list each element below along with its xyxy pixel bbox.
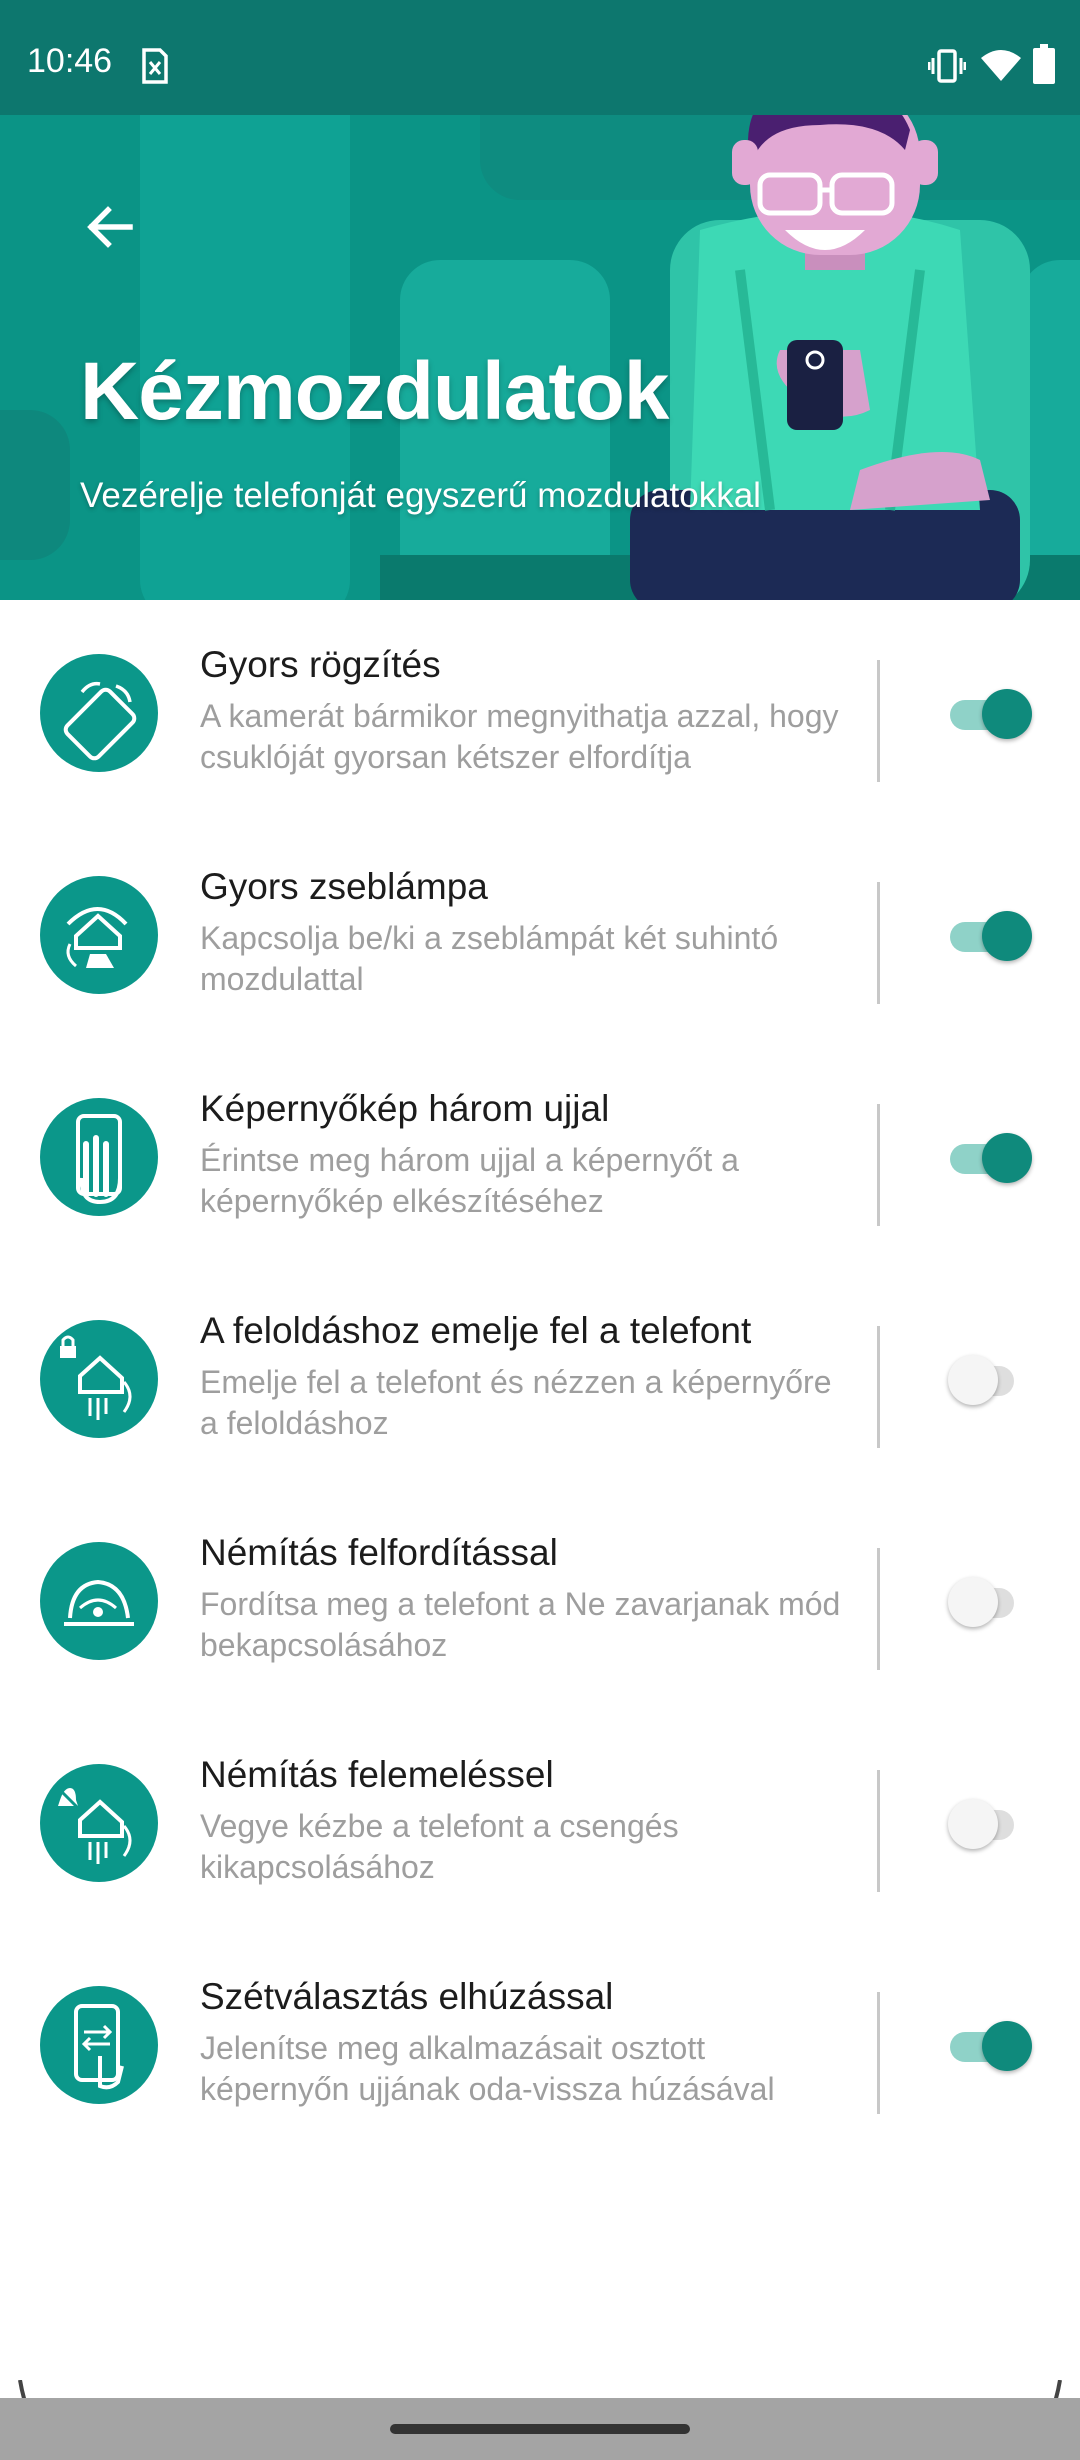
gesture-toggle-lift-to-unlock[interactable]: [948, 1352, 1032, 1408]
status-time: 10:46: [27, 42, 113, 80]
page-subtitle: Vezérelje telefonját egyszerű mozdulatok…: [80, 476, 761, 515]
gesture-title: Gyors zseblámpa: [200, 866, 488, 907]
gesture-toggle-flip-to-silence[interactable]: [948, 1574, 1032, 1630]
divider: [877, 1104, 880, 1226]
battery-icon: [1033, 44, 1055, 84]
gesture-description: Emelje fel a telefont és nézzen a képern…: [200, 1364, 832, 1441]
lift-to-unlock-icon: [40, 1320, 158, 1438]
gesture-row-swipe-to-split[interactable]: Szétválasztás elhúzással Jelenítse meg a…: [0, 1932, 1080, 2132]
divider: [877, 660, 880, 782]
gesture-row-lift-to-silence[interactable]: Némítás felemeléssel Vegye kézbe a telef…: [0, 1710, 1080, 1910]
home-gesture-handle[interactable]: [390, 2424, 690, 2434]
divider: [877, 882, 880, 1004]
swipe-to-split-icon: [40, 1986, 158, 2104]
gesture-toggle-flashlight[interactable]: [948, 908, 1032, 964]
status-bar: 10:46: [0, 0, 1080, 115]
gesture-row-flashlight[interactable]: Gyors zseblámpa Kapcsolja be/ki a zseblá…: [0, 822, 1080, 1022]
gesture-description: Vegye kézbe a telefont a csengés kikapcs…: [200, 1808, 679, 1885]
gesture-title: Némítás felemeléssel: [200, 1754, 554, 1795]
divider: [877, 1326, 880, 1448]
divider: [877, 1992, 880, 2114]
gesture-toggle-quick-capture[interactable]: [948, 686, 1032, 742]
divider: [877, 1548, 880, 1670]
three-finger-screenshot-icon: [40, 1098, 158, 1216]
gesture-row-quick-capture[interactable]: Gyors rögzítés A kamerát bármikor megnyi…: [0, 600, 1080, 800]
divider: [877, 1770, 880, 1892]
gesture-description: Kapcsolja be/ki a zseblámpát két suhintó…: [200, 920, 779, 997]
quick-capture-icon: [40, 654, 158, 772]
gesture-description: Érintse meg három ujjal a képernyőt a ké…: [200, 1142, 739, 1219]
gesture-description: Jelenítse meg alkalmazásait osztott képe…: [200, 2030, 775, 2107]
back-button[interactable]: [78, 195, 142, 259]
bg-shape: [0, 410, 70, 560]
page-title: Kézmozdulatok: [80, 346, 669, 437]
gesture-row-flip-to-silence[interactable]: Némítás felfordítással Fordítsa meg a te…: [0, 1488, 1080, 1688]
gesture-title: Gyors rögzítés: [200, 644, 441, 685]
gesture-description: A kamerát bármikor megnyithatja azzal, h…: [200, 698, 839, 775]
gesture-toggle-swipe-to-split[interactable]: [948, 2018, 1032, 2074]
flashlight-chop-icon: [40, 876, 158, 994]
sim-card-alert-icon: [142, 48, 168, 84]
bg-shape: [140, 60, 350, 600]
gesture-toggle-screenshot[interactable]: [948, 1130, 1032, 1186]
lift-to-silence-icon: [40, 1764, 158, 1882]
vibrate-icon: [928, 49, 966, 83]
wifi-icon: [981, 50, 1021, 81]
gesture-title: Szétválasztás elhúzással: [200, 1976, 614, 2017]
gesture-title: Némítás felfordítással: [200, 1532, 558, 1573]
gesture-row-three-finger-screenshot[interactable]: Képernyőkép három ujjal Érintse meg háro…: [0, 1044, 1080, 1244]
gesture-toggle-lift-to-silence[interactable]: [948, 1796, 1032, 1852]
gesture-title: Képernyőkép három ujjal: [200, 1088, 610, 1129]
gesture-row-lift-to-unlock[interactable]: A feloldáshoz emelje fel a telefont Emel…: [0, 1266, 1080, 1466]
gesture-title: A feloldáshoz emelje fel a telefont: [200, 1310, 752, 1351]
flip-to-silence-icon: [40, 1542, 158, 1660]
header-banner: 10:46 Kézmozdulatok Vezérelje telefonját…: [0, 0, 1080, 600]
gesture-description: Fordítsa meg a telefont a Ne zavarjanak …: [200, 1586, 841, 1663]
man-with-phone-illustration: [630, 81, 1030, 600]
